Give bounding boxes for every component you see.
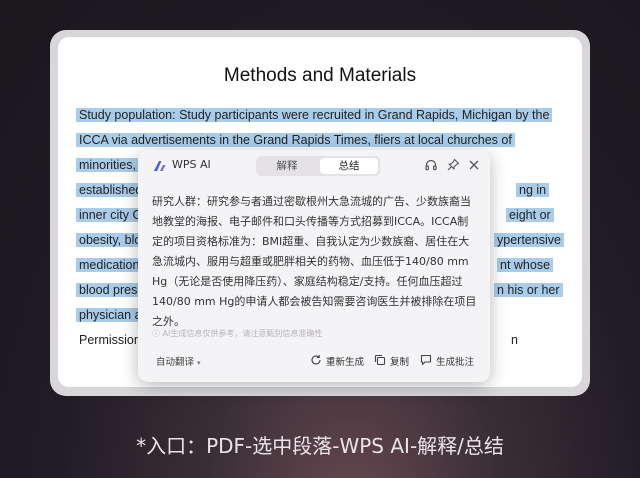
close-icon[interactable]	[467, 158, 481, 172]
tab-explain[interactable]: 解释	[258, 158, 316, 174]
paragraph-line[interactable]: obesity, blo	[76, 230, 145, 250]
auto-translate-dropdown[interactable]: 自动翻译 ▾	[156, 354, 201, 368]
paragraph-line[interactable]: established	[76, 180, 146, 200]
mode-switch: 解释 总结	[256, 156, 380, 176]
paragraph-line[interactable]: medication	[76, 255, 143, 275]
brand-label: WPS AI	[172, 158, 211, 171]
paragraph-line[interactable]: Permission	[76, 330, 141, 350]
refresh-icon	[311, 355, 321, 365]
paragraph-line[interactable]: minorities,	[76, 155, 139, 175]
paragraph-line[interactable]: ICCA via advertisements in the Grand Rap…	[76, 130, 515, 150]
comment-icon	[420, 354, 432, 366]
paragraph-line-end[interactable]: ng in	[516, 180, 550, 200]
caption: *入口：PDF-选中段落-WPS AI-解释/总结	[136, 434, 504, 458]
wps-ai-popup: WPS AI 解释 总结 研究人群：研究参与者通过密歇根州大急流城的广告、少数族…	[138, 150, 490, 382]
popup-footer: 自动翻译 ▾ 重新生成 复制 生成批注	[138, 350, 490, 374]
pin-icon[interactable]	[446, 158, 460, 172]
summary-text: 研究人群：研究参与者通过密歇根州大急流城的广告、少数族裔当 地教堂的海报、电子邮…	[152, 195, 477, 328]
paragraph-line[interactable]: inner city G	[76, 205, 146, 225]
tab-summary[interactable]: 总结	[320, 158, 378, 174]
paragraph-line-end[interactable]: n his or her	[494, 280, 563, 300]
paragraph-line[interactable]: blood press	[76, 280, 147, 300]
paragraph-line-end[interactable]: nt whose	[497, 255, 554, 275]
chevron-down-icon: ▾	[197, 359, 201, 367]
paragraph-line-end[interactable]: n	[508, 330, 518, 350]
document-title: Methods and Materials	[223, 65, 417, 86]
popup-header: WPS AI 解释 总结	[138, 150, 490, 180]
paragraph-line-end[interactable]: ypertensive	[494, 230, 564, 250]
wps-ai-logo-icon	[154, 161, 166, 171]
copy-icon	[374, 354, 386, 366]
paragraph-line[interactable]: physician a	[76, 305, 145, 325]
paragraph-line-end[interactable]: eight or	[506, 205, 554, 225]
headphones-icon[interactable]	[424, 158, 438, 172]
info-icon: ⓘ	[152, 329, 160, 338]
ai-disclaimer: ⓘ AI生成信息仅供参考，请注意甄别信息准确性	[152, 329, 323, 338]
paragraph-line[interactable]: Study population: Study participants wer…	[76, 105, 553, 125]
